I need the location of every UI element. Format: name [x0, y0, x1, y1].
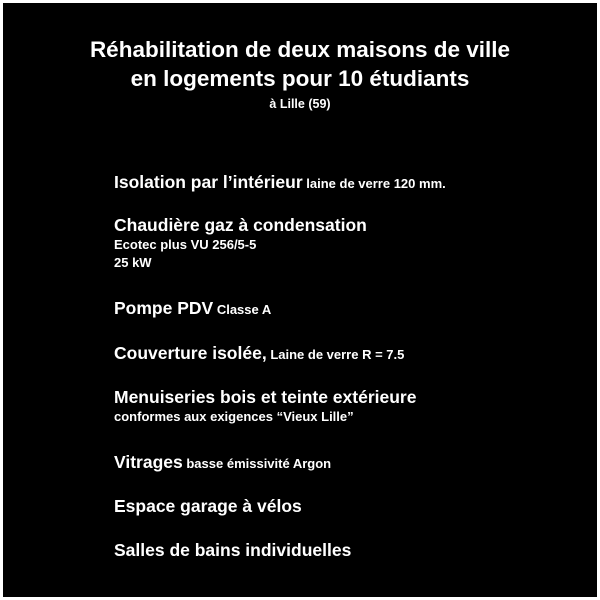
- feature-glazing: Vitrages basse émissivité Argon: [114, 451, 331, 473]
- feature-roof-title: Couverture isolée,: [114, 343, 267, 363]
- feature-boiler-power: 25 kW: [114, 255, 152, 270]
- feature-bike-storage-title: Espace garage à vélos: [114, 496, 302, 516]
- feature-joinery: Menuiseries bois et teinte extérieure co…: [114, 386, 416, 426]
- feature-glazing-detail: basse émissivité Argon: [182, 456, 332, 471]
- feature-boiler: Chaudière gaz à condensation Ecotec plus…: [114, 214, 367, 272]
- page-title: Réhabilitation de deux maisons de ville …: [3, 35, 597, 93]
- feature-pump-title: Pompe PDV: [114, 298, 214, 318]
- feature-joinery-detail: conformes aux exigences “Vieux Lille”: [114, 409, 354, 424]
- feature-insulation: Isolation par l’intérieur laine de verre…: [114, 171, 446, 193]
- feature-bathrooms-title: Salles de bains individuelles: [114, 540, 352, 560]
- feature-roof-detail: Laine de verre R = 7.5: [266, 347, 405, 362]
- feature-pump-detail: Classe A: [213, 302, 272, 317]
- feature-insulation-title: Isolation par l’intérieur: [114, 172, 303, 192]
- feature-glazing-title: Vitrages: [114, 452, 183, 472]
- title-line-1: Réhabilitation de deux maisons de ville: [89, 37, 511, 62]
- feature-joinery-title: Menuiseries bois et teinte extérieure: [114, 387, 417, 407]
- feature-bike-storage: Espace garage à vélos: [114, 495, 302, 517]
- title-line-2: en logements pour 10 étudiants: [130, 66, 470, 91]
- feature-pump: Pompe PDV Classe A: [114, 297, 271, 319]
- feature-roof: Couverture isolée, Laine de verre R = 7.…: [114, 342, 404, 364]
- feature-boiler-title: Chaudière gaz à condensation: [114, 215, 367, 235]
- feature-insulation-detail: laine de verre 120 mm.: [302, 176, 446, 191]
- info-panel: Réhabilitation de deux maisons de ville …: [3, 3, 597, 597]
- location-subtitle: à Lille (59): [269, 97, 331, 111]
- feature-boiler-model: Ecotec plus VU 256/5-5: [114, 237, 257, 252]
- feature-bathrooms: Salles de bains individuelles: [114, 539, 351, 561]
